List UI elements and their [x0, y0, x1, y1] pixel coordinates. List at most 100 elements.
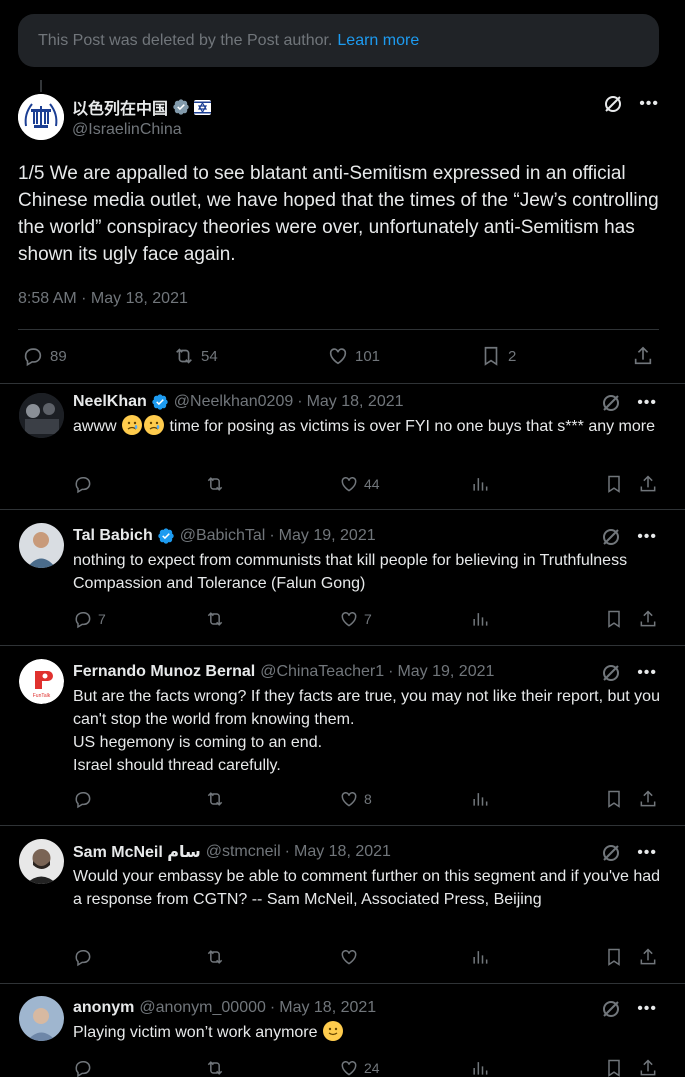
reply-tweet[interactable]: Tal Babich @BabichTal · May 19, 2021 not… — [0, 510, 685, 646]
like-button[interactable]: 7 — [339, 609, 372, 629]
separator-dot: · — [297, 393, 303, 410]
reply-tweet[interactable]: Sam McNeil سام @stmcneil · May 18, 2021 … — [0, 826, 685, 984]
reply-button[interactable]: 7 — [73, 609, 106, 629]
slightly-smiling-face-emoji-icon — [322, 1021, 343, 1041]
share-button[interactable] — [632, 345, 654, 367]
grok-icon[interactable] — [601, 527, 621, 547]
share-icon — [634, 346, 652, 365]
more-icon[interactable]: ••• — [637, 528, 657, 546]
like-button[interactable]: 101 — [327, 345, 380, 367]
reply-button[interactable] — [73, 1058, 98, 1077]
like-button[interactable]: 8 — [339, 789, 372, 809]
reply-author-name[interactable]: NeelKhan — [73, 393, 147, 411]
post-header: 以色列在中国 @IsraelinChina ••• — [18, 92, 659, 142]
bookmark-button[interactable] — [604, 474, 624, 494]
more-icon[interactable]: ••• — [637, 394, 657, 412]
repost-button[interactable] — [205, 609, 230, 629]
avatar[interactable]: FunTalk — [19, 659, 64, 704]
repost-button[interactable] — [205, 947, 230, 967]
like-button[interactable]: 24 — [339, 1058, 380, 1077]
reply-button[interactable] — [73, 474, 98, 494]
display-name[interactable]: 以色列在中国 — [72, 95, 168, 119]
like-icon — [341, 949, 357, 965]
more-icon[interactable]: ••• — [637, 664, 657, 682]
share-button[interactable] — [638, 789, 658, 809]
repost-button[interactable] — [205, 789, 230, 809]
views-icon — [473, 1062, 488, 1075]
reply-icon — [24, 348, 42, 367]
svg-text:FunTalk: FunTalk — [33, 693, 51, 699]
reply-author-handle[interactable]: @anonym_00000 — [139, 999, 266, 1017]
grok-icon[interactable] — [601, 393, 621, 413]
views-button[interactable] — [470, 1058, 490, 1077]
more-icon[interactable]: ••• — [637, 1000, 657, 1018]
views-button[interactable] — [470, 474, 490, 494]
reply-button[interactable] — [73, 789, 98, 809]
reply-author-name[interactable]: Fernando Munoz Bernal — [73, 663, 255, 681]
learn-more-link[interactable]: Learn more — [337, 32, 419, 50]
views-button[interactable] — [470, 609, 490, 629]
repost-button[interactable]: 54 — [173, 345, 218, 367]
like-count: 8 — [364, 791, 372, 807]
reply-tweet[interactable]: NeelKhan @Neelkhan0209 · May 18, 2021 aw… — [0, 383, 685, 510]
share-icon — [640, 1059, 656, 1076]
like-icon — [341, 611, 357, 627]
bookmark-button[interactable] — [604, 1058, 624, 1077]
reply-icon — [75, 477, 91, 494]
reply-author-handle[interactable]: @stmcneil — [206, 843, 281, 861]
separator-dot: · — [269, 527, 275, 544]
avatar[interactable] — [19, 393, 64, 438]
reply-author-name[interactable]: anonym — [73, 999, 134, 1017]
avatar[interactable] — [18, 94, 64, 140]
bookmark-icon — [608, 790, 620, 808]
share-button[interactable] — [638, 1058, 658, 1077]
reply-date[interactable]: May 18, 2021 — [279, 999, 376, 1017]
reply-author-handle[interactable]: @BabichTal — [180, 527, 266, 545]
avatar[interactable] — [19, 523, 64, 568]
share-button[interactable] — [638, 947, 658, 967]
repost-button[interactable] — [205, 1058, 230, 1077]
reply-date[interactable]: May 18, 2021 — [294, 843, 391, 861]
like-button[interactable] — [339, 947, 364, 967]
reply-author-handle[interactable]: @Neelkhan0209 — [174, 393, 293, 411]
reply-tweet[interactable]: FunTalk Fernando Munoz Bernal @ChinaTeac… — [0, 646, 685, 826]
avatar[interactable] — [19, 839, 64, 884]
reply-author-handle[interactable]: @ChinaTeacher1 — [260, 663, 384, 681]
post-timestamp[interactable]: 8:58 AM · May 18, 2021 — [18, 290, 659, 310]
grok-icon[interactable] — [601, 999, 621, 1019]
views-icon — [473, 613, 488, 626]
handle[interactable]: @IsraelinChina — [72, 121, 211, 139]
bookmark-icon — [484, 346, 498, 366]
bookmark-button[interactable]: 2 — [480, 345, 516, 367]
avatar[interactable] — [19, 996, 64, 1041]
share-icon — [640, 948, 656, 965]
grok-icon[interactable] — [603, 94, 623, 114]
grok-icon[interactable] — [601, 663, 621, 683]
more-icon[interactable]: ••• — [637, 844, 657, 862]
views-button[interactable] — [470, 789, 490, 809]
share-button[interactable] — [638, 474, 658, 494]
verified-icon — [158, 528, 174, 544]
repost-button[interactable] — [205, 474, 230, 494]
share-button[interactable] — [638, 609, 658, 629]
reply-author-name[interactable]: Sam McNeil سام — [73, 842, 201, 862]
reply-tweet[interactable]: anonym @anonym_00000 · May 18, 2021 Play… — [0, 984, 685, 1077]
bookmark-button[interactable] — [604, 789, 624, 809]
reply-date[interactable]: May 19, 2021 — [279, 527, 376, 545]
reply-date[interactable]: May 18, 2021 — [307, 393, 404, 411]
verified-icon — [152, 394, 168, 410]
views-button[interactable] — [470, 947, 490, 967]
bookmark-button[interactable] — [604, 947, 624, 967]
reply-text: Would your embassy be able to comment fu… — [73, 868, 661, 908]
grok-icon[interactable] — [601, 843, 621, 863]
reply-date[interactable]: May 19, 2021 — [397, 663, 494, 681]
like-button[interactable]: 44 — [339, 474, 380, 494]
reply-author-name[interactable]: Tal Babich — [73, 527, 153, 545]
bookmark-button[interactable] — [604, 609, 624, 629]
repost-icon — [207, 612, 223, 626]
reply-button[interactable] — [73, 947, 98, 967]
reply-action-bar: 44 — [73, 474, 663, 496]
views-icon — [473, 951, 488, 964]
more-icon[interactable]: ••• — [639, 95, 659, 113]
reply-button[interactable]: 89 — [22, 345, 67, 367]
